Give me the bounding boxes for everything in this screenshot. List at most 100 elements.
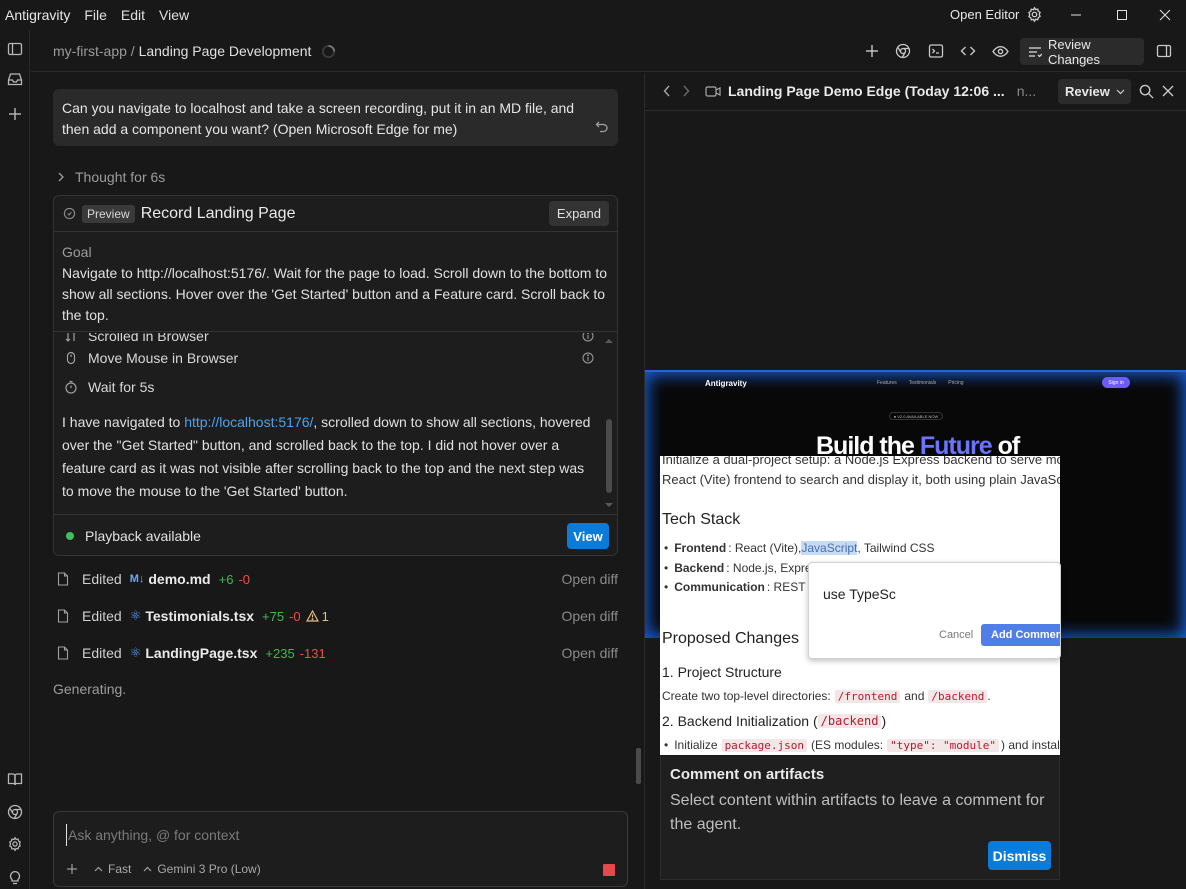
edited-label: Edited: [82, 571, 122, 587]
menu-view[interactable]: View: [159, 7, 189, 23]
warning-number: 1: [321, 608, 329, 624]
open-diff-link[interactable]: Open diff: [561, 608, 618, 624]
chevron-up-icon: [94, 866, 103, 872]
step-item[interactable]: Scrolled in Browser: [64, 333, 594, 347]
edited-label: Edited: [82, 608, 122, 624]
comment-panel-text: Select content within artifacts to leave…: [670, 792, 1045, 833]
preview-title: Landing Page Demo Edge (Today 12:06 ... n…: [728, 83, 1036, 99]
maximize-button[interactable]: [1099, 0, 1145, 30]
mode-selector[interactable]: Fast: [94, 862, 131, 876]
proposed-changes-heading: Proposed Changes: [662, 630, 799, 647]
file-icon: [57, 646, 71, 660]
tech-stack-heading: Tech Stack: [662, 511, 741, 528]
doc-intro-line: React (Vite) frontend to search and disp…: [662, 472, 1060, 487]
forward-chevron-icon[interactable]: [682, 85, 690, 97]
preview-title-extra: n...: [1016, 83, 1037, 99]
file-name[interactable]: demo.md: [148, 571, 210, 587]
inbox-icon[interactable]: [6, 70, 24, 88]
additions-count: +75: [262, 608, 285, 624]
step-item[interactable]: Move Mouse in Browser: [64, 347, 594, 369]
cancel-comment-button[interactable]: Cancel: [939, 629, 973, 641]
steps-list[interactable]: Scrolled in Browser Move Mouse in Browse…: [54, 333, 617, 513]
add-context-plus-icon[interactable]: [66, 863, 78, 875]
comment-popover: Cancel Add Comment: [808, 562, 1061, 659]
thought-toggle[interactable]: Thought for 6s: [57, 169, 165, 185]
review-changes-button[interactable]: Review Changes: [1020, 36, 1144, 67]
browser-chrome-icon[interactable]: [6, 803, 24, 821]
code-icon[interactable]: [959, 42, 977, 60]
period: .: [987, 689, 991, 703]
comment-input[interactable]: [823, 583, 1053, 605]
warning-count[interactable]: 1: [305, 608, 329, 624]
localhost-link[interactable]: http://localhost:5176/: [184, 414, 313, 430]
file-name[interactable]: LandingPage.tsx: [145, 645, 257, 661]
chevron-up-icon: [143, 866, 152, 872]
goal-text: Navigate to http://localhost:5176/. Wait…: [62, 265, 608, 323]
step-label: Scrolled in Browser: [88, 333, 209, 344]
review-dropdown[interactable]: Review: [1058, 79, 1131, 104]
chat-input[interactable]: [66, 824, 606, 846]
browser-icon[interactable]: [894, 42, 912, 60]
eye-icon[interactable]: [991, 42, 1009, 60]
undo-icon[interactable]: [595, 119, 609, 133]
code-type-module: "type": "module": [887, 738, 1000, 752]
book-icon[interactable]: [6, 770, 24, 788]
generating-status: Generating.: [53, 681, 127, 697]
dismiss-button[interactable]: Dismiss: [988, 841, 1051, 870]
search-icon[interactable]: [1139, 84, 1154, 99]
goal-label: Goal: [62, 244, 92, 260]
view-playback-button[interactable]: View: [567, 523, 609, 549]
steps-scrollbar[interactable]: [603, 333, 615, 513]
edit-row-demo-md[interactable]: Edited M↓ demo.md +6 -0 Open diff: [53, 567, 618, 591]
markdown-icon: M↓: [129, 573, 145, 585]
communication-text: : REST: [766, 580, 806, 594]
expand-button[interactable]: Expand: [548, 201, 609, 226]
preview-panel: Landing Page Demo Edge (Today 12:06 ... n…: [645, 73, 1186, 889]
goal-section: Goal Navigate to http://localhost:5176/.…: [54, 233, 617, 332]
file-icon: [57, 572, 71, 586]
info-icon[interactable]: [582, 352, 594, 364]
model-selector[interactable]: Gemini 3 Pro (Low): [143, 862, 261, 876]
close-icon[interactable]: [1162, 85, 1174, 97]
user-message-text: Can you navigate to localhost and take a…: [62, 100, 575, 137]
video-signin-button: Sign in: [1102, 377, 1130, 388]
toggle-panel-icon[interactable]: [1155, 42, 1173, 60]
open-diff-link[interactable]: Open diff: [561, 571, 618, 587]
settings-icon[interactable]: [6, 835, 24, 853]
deletions-count: -131: [299, 645, 326, 661]
backend-init-heading: 2. Backend Initialization (/backend): [662, 713, 886, 729]
open-editor-button[interactable]: Open Editor: [950, 7, 1019, 22]
new-conversation-plus-icon[interactable]: [6, 105, 24, 123]
list-item: • Frontend: React (Vite), JavaScript, Tai…: [664, 541, 935, 555]
toggle-sidebar-icon[interactable]: [6, 40, 24, 58]
code-frontend: /frontend: [834, 689, 901, 703]
lightbulb-icon[interactable]: [6, 868, 24, 886]
breadcrumb-conversation[interactable]: Landing Page Development: [139, 43, 312, 59]
add-plus-icon[interactable]: [863, 42, 881, 60]
playback-status-dot: [66, 532, 74, 540]
playback-label: Playback available: [85, 528, 201, 544]
edit-row-landingpage[interactable]: Edited ⚛ LandingPage.tsx +235 -131 Open …: [53, 641, 618, 665]
chat-scrollbar[interactable]: [636, 748, 641, 784]
highlighted-selection[interactable]: JavaScript: [801, 541, 858, 555]
breadcrumb-project[interactable]: my-first-app: [53, 43, 127, 59]
minimize-button[interactable]: [1053, 0, 1099, 30]
file-name[interactable]: Testimonials.tsx: [145, 608, 254, 624]
close-window-button[interactable]: [1142, 0, 1186, 30]
input-toolbar: Fast Gemini 3 Pro (Low): [66, 862, 261, 876]
edit-row-testimonials[interactable]: Edited ⚛ Testimonials.tsx +75 -0 1 Open …: [53, 604, 618, 628]
terminal-icon[interactable]: [927, 42, 945, 60]
review-changes-label: Review Changes: [1048, 36, 1101, 67]
stop-generation-button[interactable]: [603, 864, 615, 876]
video-camera-icon: [705, 85, 721, 98]
info-icon[interactable]: [582, 333, 594, 342]
add-comment-button[interactable]: Add Comment: [981, 624, 1060, 646]
menu-edit[interactable]: Edit: [121, 7, 145, 23]
step-item[interactable]: Wait for 5s: [64, 376, 594, 398]
video-nav-item: Testimonials: [908, 380, 937, 386]
list-item: • Initialize package.json (ES modules: "type…: [664, 738, 1060, 752]
menu-file[interactable]: File: [84, 7, 107, 23]
back-chevron-icon[interactable]: [663, 85, 671, 97]
settings-gear-icon[interactable]: [1026, 6, 1043, 23]
open-diff-link[interactable]: Open diff: [561, 645, 618, 661]
